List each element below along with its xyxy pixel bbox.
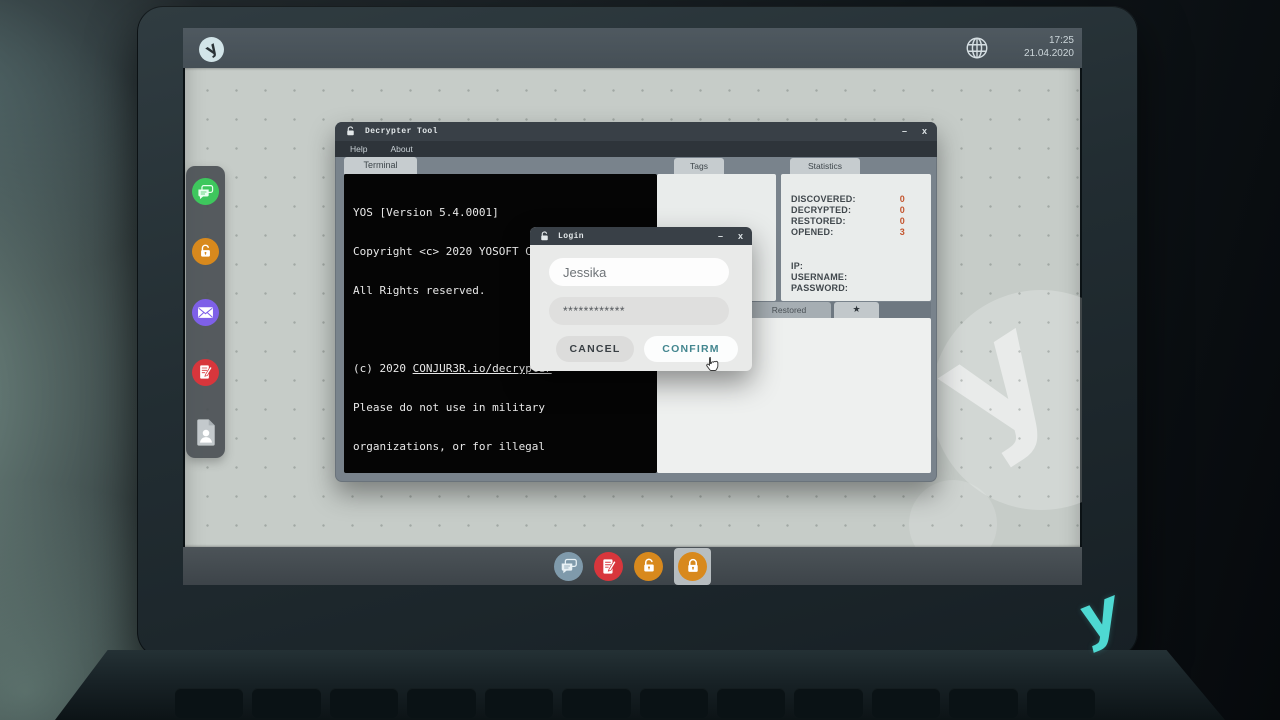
minimize-button[interactable]: – [718, 232, 723, 241]
stat-row-opened: OPENED: 3 [791, 227, 905, 238]
stat-password-label: PASSWORD: [791, 283, 905, 294]
login-titlebar[interactable]: Login – x [530, 227, 752, 245]
chat-bubbles-icon [197, 184, 214, 200]
laptop-screen: y y 17:25 21.04.2020 [183, 28, 1082, 585]
stat-username-label: USERNAME: [791, 272, 905, 283]
minimize-button[interactable]: – [902, 127, 907, 136]
laptop-lid: y y 17:25 21.04.2020 [137, 6, 1138, 658]
keyboard-key [1027, 688, 1095, 718]
tab-tags[interactable]: Tags [674, 158, 724, 174]
decrypter-menubar: Help About [335, 141, 937, 157]
keyboard-key [252, 688, 320, 718]
close-button[interactable]: x [922, 127, 927, 136]
tab-terminal[interactable]: Terminal [344, 157, 417, 174]
stat-label: RESTORED: [791, 216, 846, 227]
stat-value: 0 [900, 205, 905, 216]
open-padlock-icon [345, 126, 356, 137]
stat-row-discovered: DISCOVERED: 0 [791, 194, 905, 205]
taskbar-item-decrypter[interactable] [634, 552, 663, 581]
stat-value: 0 [900, 216, 905, 227]
open-padlock-icon [641, 558, 657, 574]
login-dialog: Login – x CANCEL CONFIRM [530, 227, 752, 371]
open-padlock-icon [539, 231, 550, 242]
keyboard-key [485, 688, 553, 718]
taskbar-active-highlight [674, 548, 711, 585]
close-button[interactable]: x [738, 232, 743, 241]
dialog-title: Login [558, 232, 584, 241]
stat-label: DISCOVERED: [791, 194, 856, 205]
star-icon: ★ [852, 304, 860, 314]
keyboard-key [330, 688, 398, 718]
terminal-line: organizations, or for illegal [353, 440, 648, 453]
keyboard-key [717, 688, 785, 718]
terminal-line: YOS [Version 5.4.0001] [353, 206, 648, 219]
window-title: Decrypter Tool [365, 127, 438, 136]
clock-date: 21.04.2020 [1024, 47, 1074, 60]
keyboard-key [640, 688, 708, 718]
stat-label: DECRYPTED: [791, 205, 851, 216]
login-body: CANCEL CONFIRM [530, 245, 752, 371]
mouse-cursor-hand [702, 354, 721, 376]
notepad-pencil-icon [198, 364, 213, 380]
app-dock [186, 166, 225, 458]
stat-row-restored: RESTORED: 0 [791, 216, 905, 227]
clock-widget: 17:25 21.04.2020 [1024, 34, 1074, 60]
chat-bubbles-icon [560, 558, 578, 574]
confirm-button[interactable]: CONFIRM [644, 336, 738, 362]
taskbar-item-login-lock[interactable] [678, 552, 707, 581]
stat-row-decrypted: DECRYPTED: 0 [791, 205, 905, 216]
clock-time: 17:25 [1024, 34, 1074, 47]
notepad-pencil-icon [601, 558, 617, 575]
yos-y-icon: y [202, 37, 221, 59]
keyboard-key [562, 688, 630, 718]
username-field[interactable] [549, 258, 729, 286]
keyboard-key [949, 688, 1017, 718]
menu-about[interactable]: About [390, 144, 412, 154]
tab-favorites[interactable]: ★ [834, 302, 879, 318]
stat-label: OPENED: [791, 227, 833, 238]
stat-ip-label: IP: [791, 261, 905, 272]
dock-item-chat[interactable] [192, 178, 219, 205]
statistics-panel: DISCOVERED: 0 DECRYPTED: 0 RESTORED: 0 O… [781, 174, 931, 301]
keyboard [175, 688, 1095, 718]
taskbar-item-chat[interactable] [554, 552, 583, 581]
dock-item-notes[interactable] [192, 359, 219, 386]
os-menu-button[interactable]: y [199, 37, 224, 62]
game-scene: y y 17:25 21.04.2020 [0, 0, 1280, 720]
envelope-icon [197, 306, 214, 319]
person-document-icon [194, 418, 218, 447]
padlock-icon [685, 558, 701, 574]
dock-item-decrypter[interactable] [192, 238, 219, 265]
taskbar-item-notes[interactable] [594, 552, 623, 581]
system-topbar: y 17:25 21.04.2020 [183, 28, 1082, 68]
password-field[interactable] [549, 297, 729, 325]
dock-item-mail[interactable] [192, 299, 219, 326]
cancel-button[interactable]: CANCEL [556, 336, 634, 362]
menu-help[interactable]: Help [350, 144, 367, 154]
stat-value: 0 [900, 194, 905, 205]
tab-restored[interactable]: Restored [747, 302, 831, 318]
tab-statistics[interactable]: Statistics [790, 158, 860, 174]
keyboard-key [872, 688, 940, 718]
open-padlock-icon [198, 244, 213, 259]
keyboard-key [794, 688, 862, 718]
decrypter-titlebar[interactable]: Decrypter Tool – x [335, 122, 937, 141]
dock-item-contacts-file[interactable] [192, 419, 219, 446]
keyboard-key [407, 688, 475, 718]
terminal-line: Please do not use in military [353, 401, 648, 414]
taskbar [183, 547, 1082, 585]
laptop-base [55, 650, 1225, 720]
network-globe-icon[interactable] [964, 35, 990, 61]
stat-value: 3 [900, 227, 905, 238]
keyboard-key [175, 688, 243, 718]
